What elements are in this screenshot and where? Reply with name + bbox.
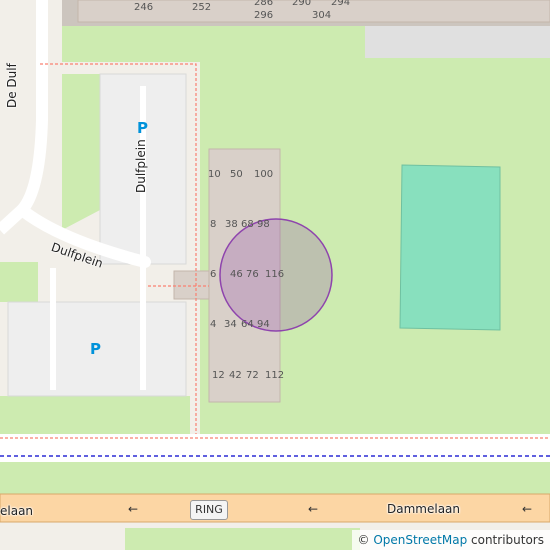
paved-area — [365, 26, 550, 58]
attribution-suffix: contributors — [471, 533, 544, 547]
house-number: 38 — [225, 219, 238, 230]
street-label-dammelaan: Dammelaan — [387, 502, 461, 516]
house-number: 286 — [254, 0, 274, 8]
street-label-dammelaan-left: elaan — [0, 504, 34, 518]
arrow-left-icon: ← — [308, 502, 319, 516]
house-number: 4 — [210, 319, 217, 330]
house-number: 42 — [229, 370, 242, 381]
house-number: 64 — [241, 319, 254, 330]
grass-south — [0, 462, 550, 494]
house-number: 100 — [254, 169, 274, 180]
house-number: 304 — [312, 10, 332, 21]
house-number: 290 — [292, 0, 312, 8]
street-label-dulfplein-vertical: Dulfplein — [134, 139, 148, 193]
building-annex — [173, 270, 210, 300]
arrow-left-icon: ← — [128, 502, 139, 516]
house-number: 112 — [265, 370, 285, 381]
house-number: 296 — [254, 10, 274, 21]
grass-left — [0, 262, 38, 302]
grass-lower-left — [0, 396, 190, 434]
house-number: 252 — [192, 2, 212, 13]
street-label-de-dulf: De Dulf — [5, 63, 19, 108]
arrow-left-icon: ← — [522, 502, 533, 516]
house-number: 8 — [210, 219, 217, 230]
house-number: 72 — [246, 370, 259, 381]
road-de-dulf — [0, 0, 48, 235]
house-number: 246 — [134, 2, 154, 13]
house-number: 50 — [230, 169, 243, 180]
copyright-symbol: © — [357, 533, 370, 547]
osm-link[interactable]: OpenStreetMap — [373, 533, 467, 547]
grass-bottom — [125, 528, 360, 550]
parking-label: P — [137, 119, 148, 137]
house-number: 34 — [224, 319, 237, 330]
house-number: 6 — [210, 269, 217, 280]
house-number: 116 — [265, 269, 285, 280]
house-number: 68 — [241, 219, 254, 230]
house-number: 12 — [212, 370, 225, 381]
house-number: 94 — [257, 319, 270, 330]
map-canvas[interactable]: 246 252 286 290 294 296 304 10 50 100 8 … — [0, 0, 550, 550]
sports-pitch — [399, 164, 501, 331]
grass-top — [62, 26, 365, 62]
parking-label: P — [90, 340, 101, 358]
house-number: 10 — [208, 169, 221, 180]
house-number: 98 — [257, 219, 270, 230]
house-number: 46 — [230, 269, 243, 280]
road-dammelaan — [0, 493, 550, 523]
house-number: 294 — [331, 0, 351, 8]
attribution: © OpenStreetMap contributors — [351, 530, 550, 550]
ring-shield: RING — [190, 500, 228, 520]
house-number: 76 — [246, 269, 259, 280]
